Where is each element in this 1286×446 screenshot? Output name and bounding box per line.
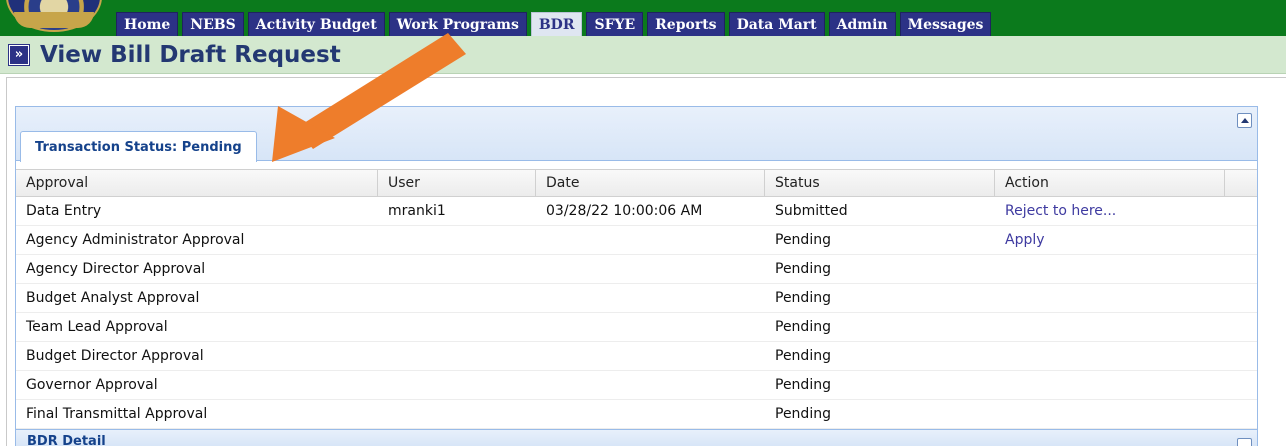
user-cell	[378, 400, 536, 428]
nav-tab-sfye[interactable]: SFYE	[586, 12, 644, 36]
table-row[interactable]: Governor Approval Pending	[16, 371, 1257, 400]
status-cell: Pending	[775, 406, 831, 422]
status-cell: Pending	[775, 348, 831, 364]
approval-cell: Governor Approval	[26, 377, 158, 393]
user-cell	[378, 342, 536, 370]
action-link[interactable]: Apply	[1005, 232, 1045, 248]
column-header-spacer	[1225, 170, 1257, 196]
date-cell	[536, 371, 765, 399]
status-cell: Submitted	[775, 203, 848, 219]
page: Home NEBS Activity Budget Work Programs BDR S…	[0, 0, 1286, 446]
action-cell[interactable]: Reject to here...	[995, 197, 1225, 225]
approval-cell: Data Entry	[26, 203, 102, 219]
approval-cell: Agency Director Approval	[26, 261, 206, 277]
date-cell: 03/28/22 10:00:06 AM	[546, 203, 703, 219]
chevron-up-icon[interactable]	[1237, 438, 1252, 446]
grid-header: Approval User Date Status Action	[16, 169, 1257, 197]
user-cell	[378, 226, 536, 254]
nav-tab-admin[interactable]: Admin	[828, 12, 896, 36]
status-cell: Pending	[775, 261, 831, 277]
table-row[interactable]: Budget Director Approval Pending	[16, 342, 1257, 371]
row-spacer	[1225, 284, 1257, 312]
action-link[interactable]: Reject to here...	[1005, 203, 1116, 219]
table-row[interactable]: Data Entry mranki1 03/28/22 10:00:06 AM Sub…	[16, 197, 1257, 226]
row-spacer	[1225, 313, 1257, 341]
date-cell	[536, 255, 765, 283]
nav-tab-work-programs[interactable]: Work Programs	[388, 12, 527, 36]
panel-header: Transaction Status: Pending	[16, 107, 1257, 162]
column-header-date[interactable]: Date	[536, 170, 765, 196]
user-cell	[378, 371, 536, 399]
row-spacer	[1225, 255, 1257, 283]
bdr-detail-title[interactable]: BDR Detail	[27, 434, 106, 446]
tab-transaction-status[interactable]: Transaction Status: Pending	[20, 131, 257, 162]
action-cell	[995, 255, 1225, 283]
user-cell	[378, 284, 536, 312]
action-cell	[995, 342, 1225, 370]
approval-cell: Team Lead Approval	[26, 319, 168, 335]
row-spacer	[1225, 197, 1257, 225]
column-header-action[interactable]: Action	[995, 170, 1225, 196]
action-cell	[995, 313, 1225, 341]
top-nav-bar: Home NEBS Activity Budget Work Programs BDR S…	[0, 0, 1286, 36]
row-spacer	[1225, 371, 1257, 399]
action-cell	[995, 284, 1225, 312]
date-cell	[536, 313, 765, 341]
status-cell: Pending	[775, 319, 831, 335]
date-cell	[536, 342, 765, 370]
nav-tab-nebs[interactable]: NEBS	[182, 12, 244, 36]
transaction-status-panel: Transaction Status: Pending Approval Use…	[15, 106, 1258, 446]
nav-tab-messages[interactable]: Messages	[899, 12, 992, 36]
nav-tab-reports[interactable]: Reports	[647, 12, 725, 36]
approval-grid: Approval User Date Status Action Data En…	[16, 169, 1257, 429]
action-cell[interactable]: Apply	[995, 226, 1225, 254]
table-row[interactable]: Budget Analyst Approval Pending	[16, 284, 1257, 313]
table-row[interactable]: Team Lead Approval Pending	[16, 313, 1257, 342]
chevron-up-icon[interactable]	[1237, 113, 1252, 128]
row-spacer	[1225, 400, 1257, 428]
status-cell: Pending	[775, 377, 831, 393]
row-spacer	[1225, 342, 1257, 370]
approval-cell: Agency Administrator Approval	[26, 232, 245, 248]
seal-ribbon	[14, 12, 94, 28]
double-chevron-right-icon[interactable]: »	[8, 44, 30, 66]
user-cell: mranki1	[388, 203, 446, 219]
nav-tab-home[interactable]: Home	[116, 12, 179, 36]
grid-body: Data Entry mranki1 03/28/22 10:00:06 AM Sub…	[16, 197, 1257, 429]
approval-cell: Final Transmittal Approval	[26, 406, 208, 422]
date-cell	[536, 400, 765, 428]
table-row[interactable]: Agency Director Approval Pending	[16, 255, 1257, 284]
column-header-status[interactable]: Status	[765, 170, 995, 196]
column-header-user[interactable]: User	[378, 170, 536, 196]
action-cell	[995, 400, 1225, 428]
user-cell	[378, 313, 536, 341]
row-spacer	[1225, 226, 1257, 254]
table-row[interactable]: Final Transmittal Approval Pending	[16, 400, 1257, 429]
table-row[interactable]: Agency Administrator Approval Pending Appl…	[16, 226, 1257, 255]
column-header-approval[interactable]: Approval	[16, 170, 378, 196]
page-title: View Bill Draft Request	[40, 42, 341, 68]
main-nav: Home NEBS Activity Budget Work Programs BDR S…	[116, 12, 992, 36]
date-cell	[536, 226, 765, 254]
nav-tab-activity-budget[interactable]: Activity Budget	[247, 12, 385, 36]
nav-tab-bdr[interactable]: BDR	[530, 12, 583, 36]
action-cell	[995, 371, 1225, 399]
approval-cell: Budget Analyst Approval	[26, 290, 200, 306]
status-cell: Pending	[775, 232, 831, 248]
status-cell: Pending	[775, 290, 831, 306]
approval-cell: Budget Director Approval	[26, 348, 204, 364]
date-cell	[536, 284, 765, 312]
nav-tab-data-mart[interactable]: Data Mart	[728, 12, 825, 36]
bdr-detail-panel-header: BDR Detail	[16, 429, 1257, 446]
user-cell	[378, 255, 536, 283]
